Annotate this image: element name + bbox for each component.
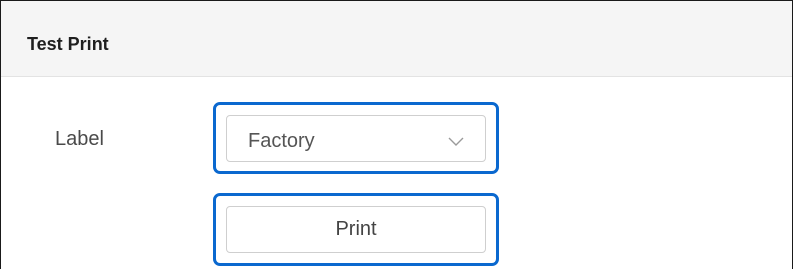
- chevron-down-icon: [447, 132, 465, 150]
- label-select[interactable]: Factory: [226, 115, 486, 162]
- label-select-value: Factory: [248, 130, 315, 152]
- print-button[interactable]: Print: [226, 206, 486, 253]
- print-button-focus-ring: Print: [213, 193, 499, 266]
- label-field-label: Label: [55, 128, 104, 150]
- panel-header: Test Print: [1, 1, 792, 77]
- panel-title: Test Print: [27, 34, 109, 54]
- label-select-focus-ring: Factory: [213, 102, 499, 174]
- test-print-panel: Test Print Label Factory Print: [0, 0, 793, 269]
